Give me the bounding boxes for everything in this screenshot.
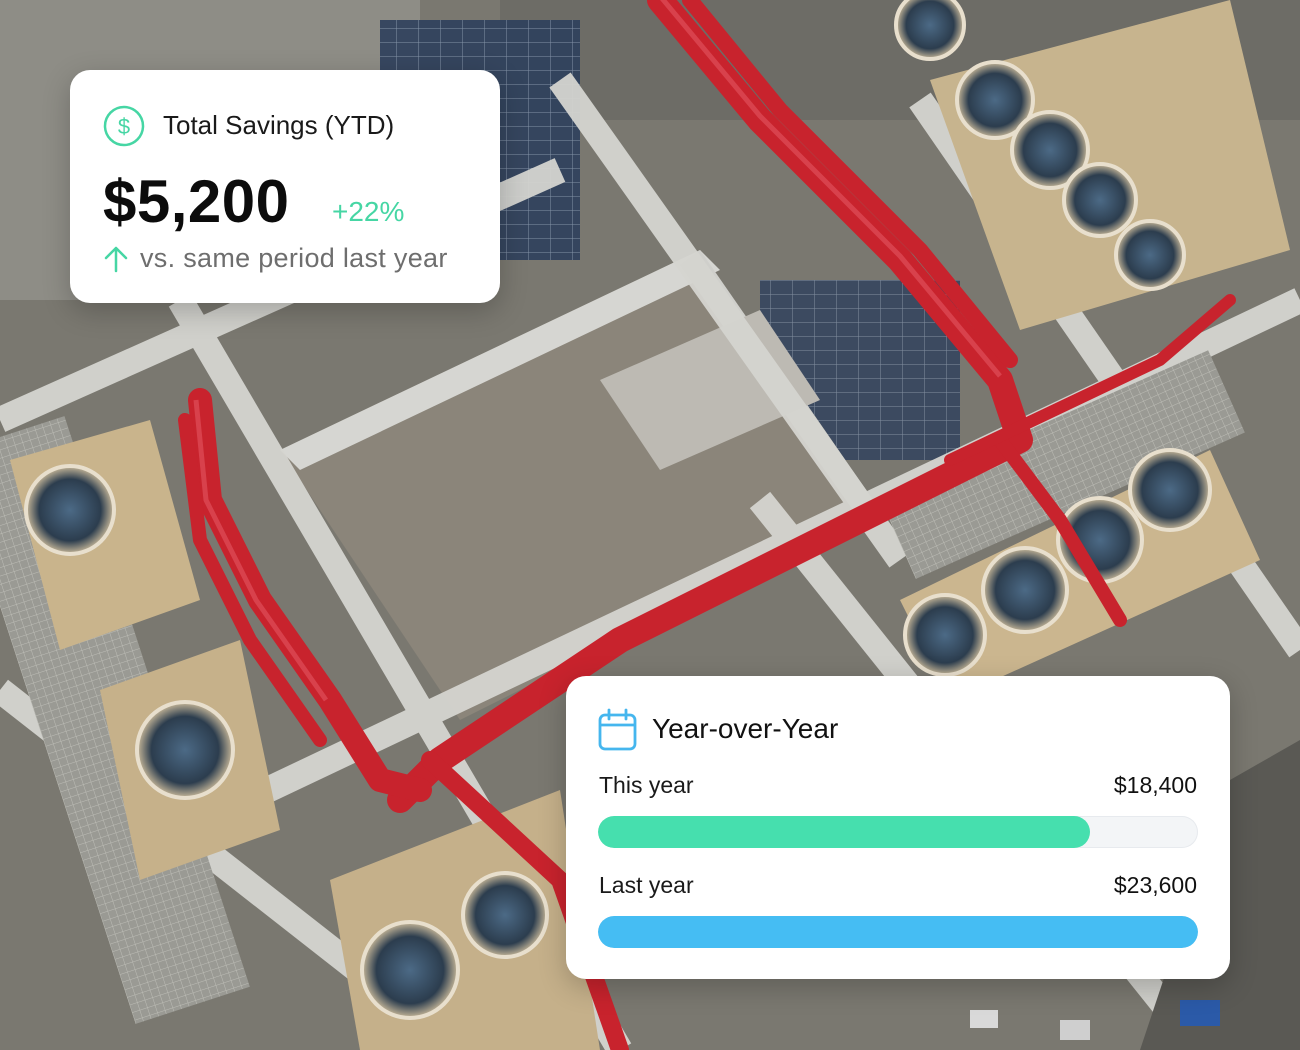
this-year-value: $18,400	[1113, 772, 1197, 798]
this-year-bar-fill	[598, 816, 1090, 848]
svg-text:$: $	[118, 114, 130, 139]
savings-change-badge: +22%	[332, 196, 405, 227]
savings-value: $5,200	[103, 168, 290, 235]
savings-title: Total Savings (YTD)	[163, 110, 395, 140]
yoy-title: Year-over-Year	[652, 713, 839, 744]
calendar-icon	[597, 708, 639, 757]
last-year-bar-fill	[598, 916, 1198, 948]
this-year-bar-track	[598, 816, 1198, 848]
savings-comparison-text: vs. same period last year	[140, 243, 448, 273]
last-year-value: $23,600	[1113, 872, 1197, 898]
last-year-bar-track	[598, 916, 1198, 948]
dollar-circle-icon: $	[103, 105, 145, 152]
arrow-up-icon	[103, 245, 129, 278]
last-year-label: Last year	[599, 872, 694, 898]
this-year-label: This year	[599, 772, 694, 798]
